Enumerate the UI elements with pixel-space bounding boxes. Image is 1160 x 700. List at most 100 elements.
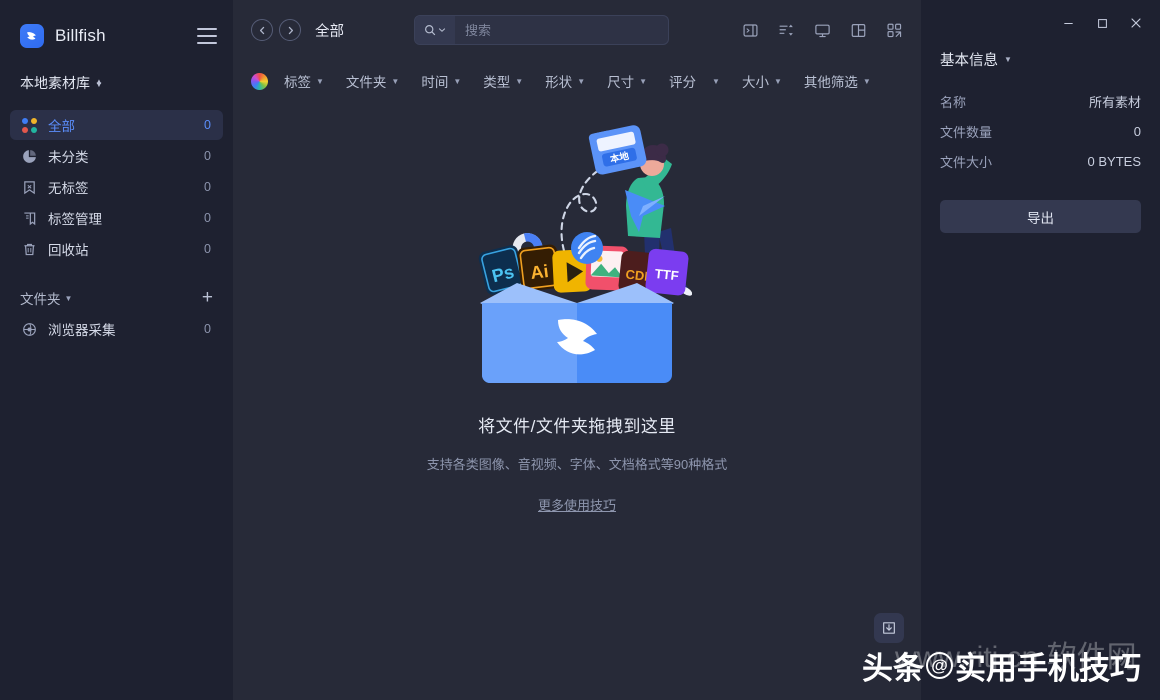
sidebar-item-uncategorized[interactable]: 未分类 0 [10, 141, 223, 171]
info-panel: 基本信息 ▼ 名称 所有素材 文件数量 0 文件大小 0 BYTES 导出 [921, 0, 1160, 700]
filter-rating[interactable]: 评分 ▼ [669, 71, 720, 91]
close-button[interactable] [1119, 8, 1153, 38]
library-name: 本地素材库 [20, 75, 90, 91]
sidebar-item-all[interactable]: 全部 0 [10, 110, 223, 140]
filter-label: 大小 [741, 75, 769, 90]
sidebar-item-label: 标签管理 [48, 212, 102, 227]
sidebar-item-label: 无标签 [48, 181, 89, 196]
filter-label: 尺寸 [607, 75, 635, 90]
empty-subtitle: 支持各类图像、音视频、字体、文档格式等90种格式 [426, 457, 728, 472]
chevron-down-icon: ▼ [712, 76, 720, 86]
back-button[interactable] [251, 19, 273, 41]
sidebar-item-tag-manage[interactable]: 标签管理 0 [10, 203, 223, 233]
tag-manage-icon [20, 209, 38, 227]
filter-shape[interactable]: 形状 ▼ [545, 71, 585, 91]
sort-icon[interactable] [775, 19, 797, 41]
import-icon[interactable] [874, 613, 904, 643]
filter-bar: 标签 ▼ 文件夹 ▼ 时间 ▼ 类型 ▼ 形状 ▼ 尺寸 ▼ 评分 ▼ 大小 ▼ [233, 60, 921, 102]
toolbar-icons [739, 19, 905, 41]
svg-text:Ai: Ai [529, 261, 549, 283]
sidebar-item-label: 全部 [48, 119, 75, 134]
billfish-window: Billfish 本地素材库 ▲ ▼ 全部 0 未分类 0 无标签 0 标签管理… [0, 0, 1160, 700]
folder-section-title: 文件夹 [20, 292, 61, 307]
filter-type[interactable]: 类型 ▼ [483, 71, 523, 91]
info-value: 所有素材 [1088, 94, 1141, 110]
add-folder-button[interactable]: + [202, 288, 213, 307]
filter-label: 类型 [483, 75, 511, 90]
hamburger-icon[interactable] [197, 28, 217, 44]
filter-tag[interactable]: 标签 ▼ [284, 71, 324, 91]
info-rows: 名称 所有素材 文件数量 0 文件大小 0 BYTES [940, 86, 1141, 176]
pie-chart-icon [20, 147, 38, 165]
info-key: 名称 [940, 94, 967, 110]
color-wheel-icon[interactable] [251, 72, 268, 90]
minimize-button[interactable] [1051, 8, 1085, 38]
sidebar-nav: 全部 0 未分类 0 无标签 0 标签管理 0 回收站 0 [0, 110, 233, 264]
sidebar: Billfish 本地素材库 ▲ ▼ 全部 0 未分类 0 无标签 0 标签管理… [0, 0, 233, 700]
chevron-down-icon: ▼ [515, 76, 524, 86]
info-row-name: 名称 所有素材 [940, 86, 1141, 116]
drag-files-box-illustration: 本地 Ps Ai CDR TTF [478, 125, 692, 383]
filter-label: 标签 [284, 75, 311, 90]
info-row-file-size: 文件大小 0 BYTES [940, 146, 1141, 176]
color-dots-icon [20, 116, 38, 134]
sidebar-item-count: 0 [204, 242, 211, 256]
export-button[interactable]: 导出 [940, 200, 1141, 233]
svg-text:TTF: TTF [654, 266, 679, 283]
sidebar-item-recycle-bin[interactable]: 回收站 0 [10, 234, 223, 264]
chevron-down-icon: ▼ [1004, 55, 1012, 64]
chevron-down-icon: ▼ [64, 293, 73, 303]
chevron-down-icon: ▼ [316, 76, 324, 86]
breadcrumb: 全部 [315, 23, 344, 40]
tag-off-icon [20, 178, 38, 196]
chevron-down-icon: ▼ [453, 76, 462, 86]
trash-icon [20, 240, 38, 258]
info-key: 文件数量 [940, 124, 993, 140]
filter-folder[interactable]: 文件夹 ▼ [346, 71, 399, 91]
folder-item-count: 0 [204, 322, 211, 336]
forward-button[interactable] [279, 19, 301, 41]
filter-label: 形状 [545, 75, 573, 90]
filter-dimension[interactable]: 尺寸 ▼ [607, 71, 647, 91]
browser-capture-icon [20, 320, 38, 338]
window-controls [940, 0, 1153, 46]
grid-expand-icon[interactable] [883, 19, 905, 41]
main-content: 全部 搜索 标签 ▼ 文件夹 ▼ 时间 ▼ 类型 ▼ 形状 ▼ 尺寸 ▼ 评分 … [233, 0, 921, 700]
filter-label: 文件夹 [345, 75, 387, 90]
search-bar [414, 15, 669, 45]
layout-icon[interactable] [847, 19, 869, 41]
filter-other[interactable]: 其他筛选 ▼ [804, 71, 871, 91]
brand-row: Billfish [0, 12, 233, 60]
filter-label: 评分 [669, 75, 697, 90]
monitor-icon[interactable] [811, 19, 833, 41]
chevron-down-icon: ▼ [862, 76, 871, 86]
panel-toggle-icon[interactable] [739, 19, 761, 41]
maximize-button[interactable] [1085, 8, 1119, 38]
info-section-header[interactable]: 基本信息 ▼ [940, 49, 1141, 70]
info-value: 0 [1133, 123, 1141, 139]
info-section-title: 基本信息 [940, 53, 998, 69]
chevron-down-icon: ▼ [639, 76, 648, 86]
sidebar-item-browser-capture[interactable]: 浏览器采集 0 [10, 314, 223, 344]
library-selector[interactable]: 本地素材库 ▲ ▼ [0, 68, 233, 98]
info-key: 文件大小 [940, 154, 993, 170]
info-row-file-count: 文件数量 0 [940, 116, 1141, 146]
sidebar-item-untagged[interactable]: 无标签 0 [10, 172, 223, 202]
updown-chevron-icon: ▲ ▼ [95, 77, 103, 89]
empty-state: 本地 Ps Ai CDR TTF 将文件/文件夹拖拽到这里 支持各类图像、音视频… [233, 102, 921, 700]
search-scope-button[interactable] [415, 16, 455, 44]
toolbar: 全部 [233, 0, 921, 60]
search-input[interactable] [455, 16, 668, 44]
chevron-down-icon: ▼ [773, 76, 782, 86]
sidebar-item-count: 0 [204, 180, 211, 194]
filter-time[interactable]: 时间 ▼ [421, 71, 461, 91]
chevron-down-icon: ▼ [577, 76, 586, 86]
empty-title: 将文件/文件夹拖拽到这里 [478, 417, 676, 436]
info-value: 0 BYTES [1087, 153, 1141, 169]
folder-section-header[interactable]: 文件夹 ▼ + [0, 284, 233, 312]
filter-size[interactable]: 大小 ▼ [742, 71, 782, 91]
more-tips-link[interactable]: 更多使用技巧 [538, 495, 616, 514]
sidebar-item-count: 0 [204, 149, 211, 163]
sidebar-item-label: 回收站 [48, 243, 89, 258]
filter-label: 时间 [421, 75, 449, 90]
